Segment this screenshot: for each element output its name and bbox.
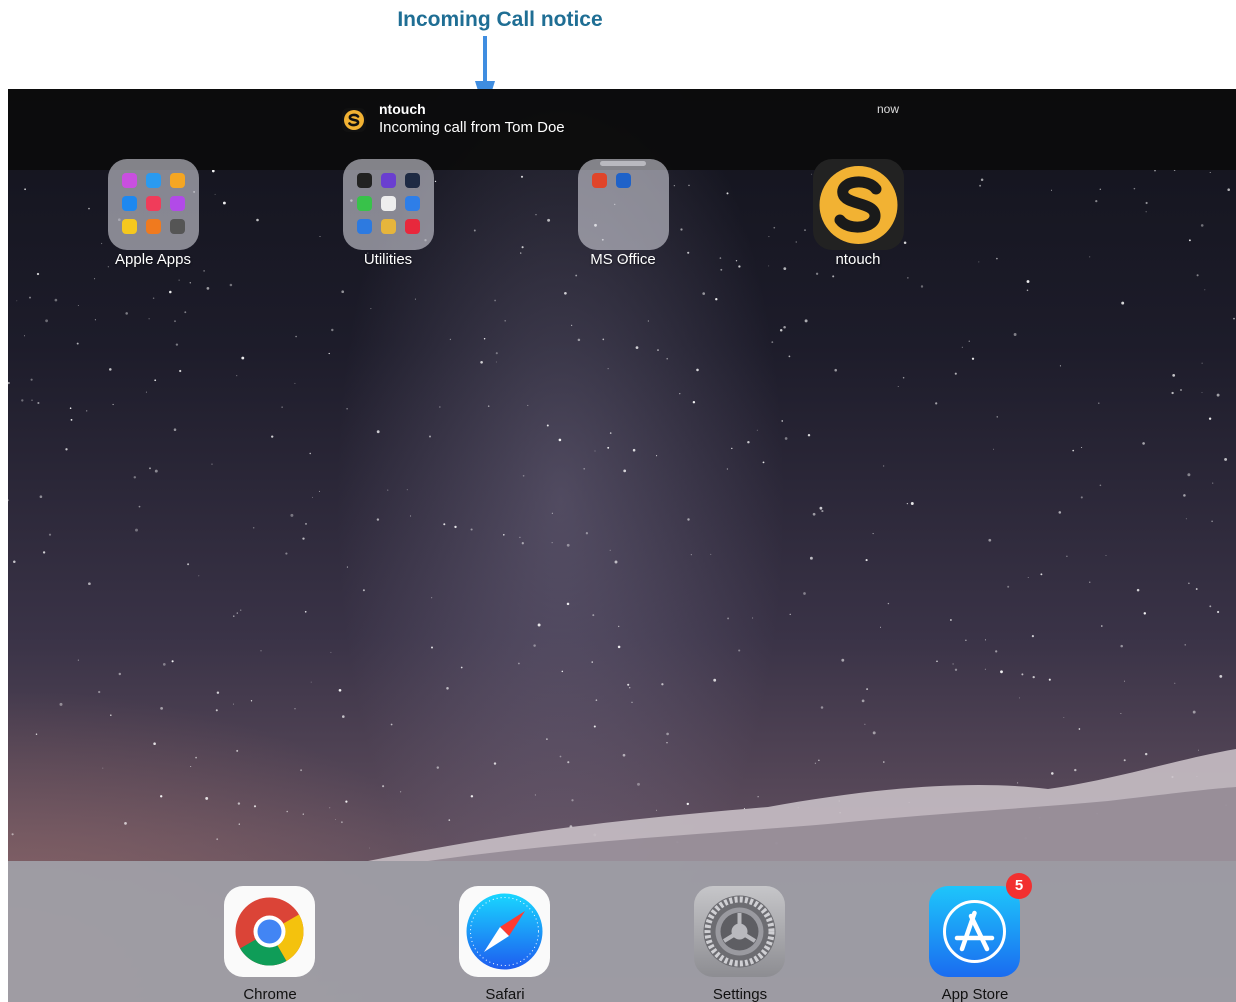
dock-app-label: Settings xyxy=(712,986,768,1002)
folder-icon xyxy=(108,159,199,250)
notification-badge: 5 xyxy=(1006,873,1032,899)
notification-time: now xyxy=(877,102,900,116)
folder-apple-apps[interactable]: Apple Apps xyxy=(83,159,223,279)
chrome-icon xyxy=(224,886,315,977)
dock-app-label: Safari xyxy=(485,986,525,1002)
folder-utilities[interactable]: Utilities xyxy=(318,159,458,279)
dock: Chrome Safari Settings App Store xyxy=(8,861,1236,1002)
app-ntouch[interactable]: ntouch xyxy=(788,159,928,279)
app-label: ntouch xyxy=(835,251,881,268)
callout-annotation: Incoming Call notice xyxy=(0,0,1236,113)
notification-app-name: ntouch xyxy=(379,101,426,117)
safari-compass-icon xyxy=(459,886,550,977)
ipad-home-screen: ntouch Incoming call from Tom Doe now Ap… xyxy=(8,89,1236,1002)
app-label: Apple Apps xyxy=(115,251,191,268)
app-label: Utilities xyxy=(363,251,413,268)
ntouch-s-logo-icon xyxy=(813,159,904,250)
callout-label: Incoming Call notice xyxy=(397,8,603,31)
folder-ms-office[interactable]: MS Office xyxy=(553,159,693,279)
notification-message: Incoming call from Tom Doe xyxy=(379,119,565,136)
app-label: MS Office xyxy=(590,251,656,268)
dock-app-label: Chrome xyxy=(243,986,297,1002)
ntouch-s-logo-icon xyxy=(342,108,366,132)
notification-banner[interactable]: ntouch Incoming call from Tom Doe now xyxy=(8,89,1236,170)
dock-app-label: App Store xyxy=(941,986,1009,1002)
app-store-icon xyxy=(929,886,1020,977)
folder-icon xyxy=(578,159,669,250)
folder-icon xyxy=(343,159,434,250)
settings-gear-icon xyxy=(694,886,785,977)
